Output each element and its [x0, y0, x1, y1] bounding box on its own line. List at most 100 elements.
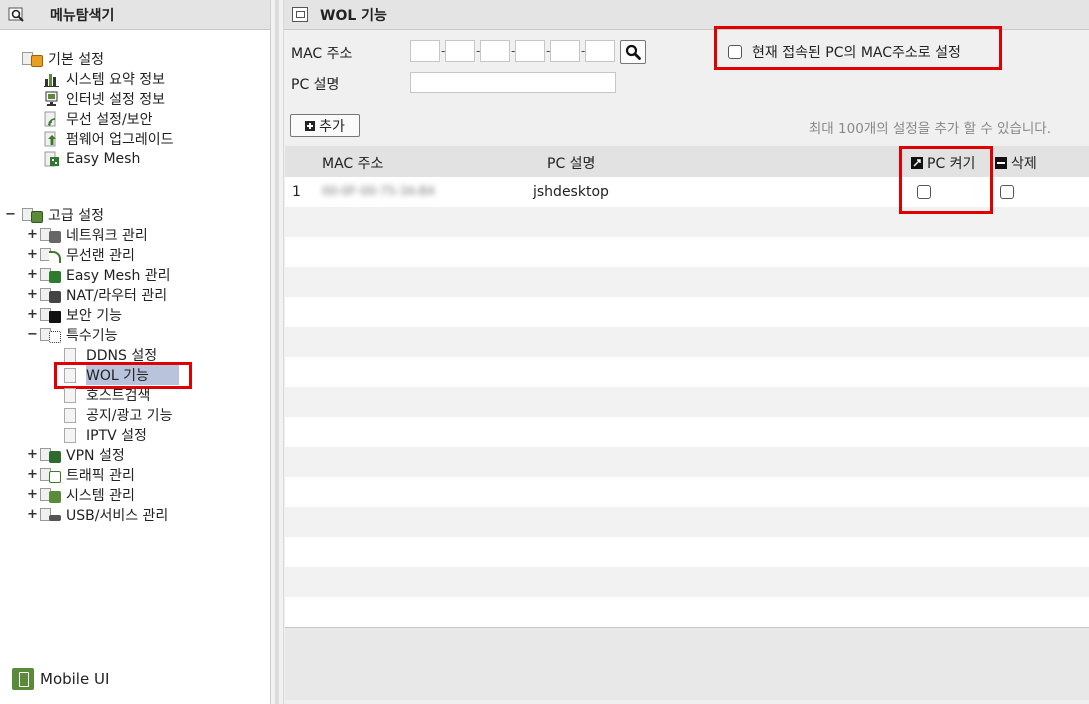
expand-security-toggle[interactable]: + [27, 307, 38, 322]
expand-system-toggle[interactable]: + [27, 487, 38, 502]
pc-description-input[interactable] [410, 72, 616, 93]
page-icon [64, 387, 76, 403]
add-button[interactable]: 추가 [290, 114, 360, 137]
table-footer [285, 627, 1089, 700]
sidebar-item-traffic[interactable]: 트래픽 관리 [40, 465, 135, 485]
sidebar-item-ddns[interactable]: DDNS 설정 [64, 345, 157, 365]
table-row-empty [285, 537, 1089, 567]
special-folder-icon [40, 327, 62, 343]
auto-mac-label: 현재 접속된 PC의 MAC주소로 설정 [752, 45, 961, 61]
collapse-special-toggle[interactable]: − [27, 327, 38, 342]
sidebar-item-internet-info[interactable]: 인터넷 설정 정보 [44, 89, 165, 109]
mac-segment-2[interactable] [445, 40, 475, 62]
collapse-advanced-toggle[interactable]: − [5, 207, 16, 222]
usb-icon [40, 507, 62, 523]
menu-explorer: 메뉴탐색기 기본 설정 시스템 요약 정보 인터넷 설정 정보 무선 설정/보안… [0, 0, 270, 704]
search-icon [625, 44, 641, 60]
page-icon [64, 427, 76, 443]
label: USB/서비스 관리 [66, 508, 169, 524]
main-header: WOL 기능 [284, 0, 1089, 30]
label: 무선랜 관리 [66, 248, 135, 264]
label: IPTV 설정 [86, 428, 147, 444]
mac-segment-1[interactable] [410, 40, 440, 62]
table-row-empty [285, 387, 1089, 417]
panel-splitter[interactable] [270, 0, 284, 704]
expand-wlan-toggle[interactable]: + [27, 247, 38, 262]
delete-checkbox[interactable] [1000, 185, 1014, 199]
table-row-empty [285, 267, 1089, 297]
expand-mesh-toggle[interactable]: + [27, 267, 38, 282]
label: PC 켜기 [927, 156, 976, 172]
expand-nat-toggle[interactable]: + [27, 287, 38, 302]
expand-vpn-toggle[interactable]: + [27, 447, 38, 462]
label: 무선 설정/보안 [66, 112, 153, 128]
label: 호스트검색 [86, 388, 151, 404]
mesh-icon [44, 151, 60, 167]
table-row-empty [285, 357, 1089, 387]
mac-segment-6[interactable] [585, 40, 615, 62]
sidebar-item-network[interactable]: 네트워크 관리 [40, 225, 148, 245]
upgrade-arrow-icon [44, 131, 60, 147]
table-row-empty [285, 327, 1089, 357]
table-row-empty [285, 237, 1089, 267]
sidebar-item-iptv[interactable]: IPTV 설정 [64, 425, 147, 445]
label: 고급 설정 [48, 208, 104, 224]
sidebar-item-system-summary[interactable]: 시스템 요약 정보 [44, 69, 165, 89]
sidebar-item-firmware-upgrade[interactable]: 펌웨어 업그레이드 [44, 129, 174, 149]
sidebar-item-wol[interactable]: WOL 기능 [64, 365, 179, 385]
sidebar-item-wlan[interactable]: 무선랜 관리 [40, 245, 135, 265]
col-power-header[interactable]: PC 켜기 [911, 153, 975, 173]
auto-mac-option[interactable]: 현재 접속된 PC의 MAC주소로 설정 [728, 42, 961, 62]
table-row-empty [285, 477, 1089, 507]
power-icon [911, 157, 923, 169]
mac-segment-3[interactable] [480, 40, 510, 62]
expand-network-toggle[interactable]: + [27, 227, 38, 242]
expand-usb-toggle[interactable]: + [27, 507, 38, 522]
sidebar-item-nat-router[interactable]: NAT/라우터 관리 [40, 285, 167, 305]
bar-chart-icon [44, 71, 60, 87]
expand-traffic-toggle[interactable]: + [27, 467, 38, 482]
table-row-empty [285, 297, 1089, 327]
tree-advanced-settings[interactable]: 고급 설정 [22, 205, 104, 225]
label: Easy Mesh [66, 151, 141, 167]
label: 트래픽 관리 [66, 468, 135, 484]
folder-settings-icon [22, 51, 44, 67]
mobile-ui-link[interactable]: Mobile UI [12, 668, 109, 690]
label: 추가 [319, 118, 345, 135]
wifi-icon [44, 111, 60, 127]
page-icon [64, 407, 76, 423]
sidebar-item-easy-mesh[interactable]: Easy Mesh [44, 149, 140, 169]
sidebar-item-host-search[interactable]: 호스트검색 [64, 385, 150, 405]
max-entries-note: 최대 100개의 설정을 추가 할 수 있습니다. [808, 121, 1051, 137]
sidebar-item-easy-mesh-mgmt[interactable]: Easy Mesh 관리 [40, 265, 171, 285]
folder-gear-icon [22, 207, 44, 223]
label: 네트워크 관리 [66, 228, 148, 244]
table-row-empty [285, 447, 1089, 477]
traffic-chart-icon [40, 467, 62, 483]
table-header: MAC 주소 PC 설명 PC 켜기 삭제 [285, 146, 1089, 177]
sidebar-item-special[interactable]: 특수기능 [40, 325, 118, 345]
mobile-phone-icon [12, 668, 34, 690]
sidebar-item-system[interactable]: 시스템 관리 [40, 485, 135, 505]
sidebar-item-usb-service[interactable]: USB/서비스 관리 [40, 505, 168, 525]
mac-segment-5[interactable] [550, 40, 580, 62]
label: DDNS 설정 [86, 348, 158, 364]
table-row-empty [285, 507, 1089, 537]
sidebar-item-vpn[interactable]: VPN 설정 [40, 445, 125, 465]
label: Easy Mesh 관리 [66, 268, 171, 284]
col-delete-header[interactable]: 삭제 [995, 153, 1037, 173]
vpn-icon [40, 447, 62, 463]
sidebar-item-wireless-security[interactable]: 무선 설정/보안 [44, 109, 152, 129]
wol-table: MAC 주소 PC 설명 PC 켜기 삭제 1 00-0F-00-75-3A-B… [285, 146, 1089, 627]
sidebar-item-security[interactable]: 보안 기능 [40, 305, 122, 325]
window-icon [292, 7, 308, 22]
row-mac: 00-0F-00-75-3A-B4 [322, 184, 436, 198]
tree-basic-settings[interactable]: 기본 설정 [22, 49, 104, 69]
power-on-checkbox[interactable] [917, 185, 931, 199]
mac-search-button[interactable] [620, 40, 646, 64]
sidebar-item-notice-ad[interactable]: 공지/광고 기능 [64, 405, 172, 425]
magnifier-icon [8, 7, 26, 23]
mac-segment-4[interactable] [515, 40, 545, 62]
auto-mac-checkbox[interactable] [728, 45, 742, 59]
minus-icon [995, 157, 1007, 169]
